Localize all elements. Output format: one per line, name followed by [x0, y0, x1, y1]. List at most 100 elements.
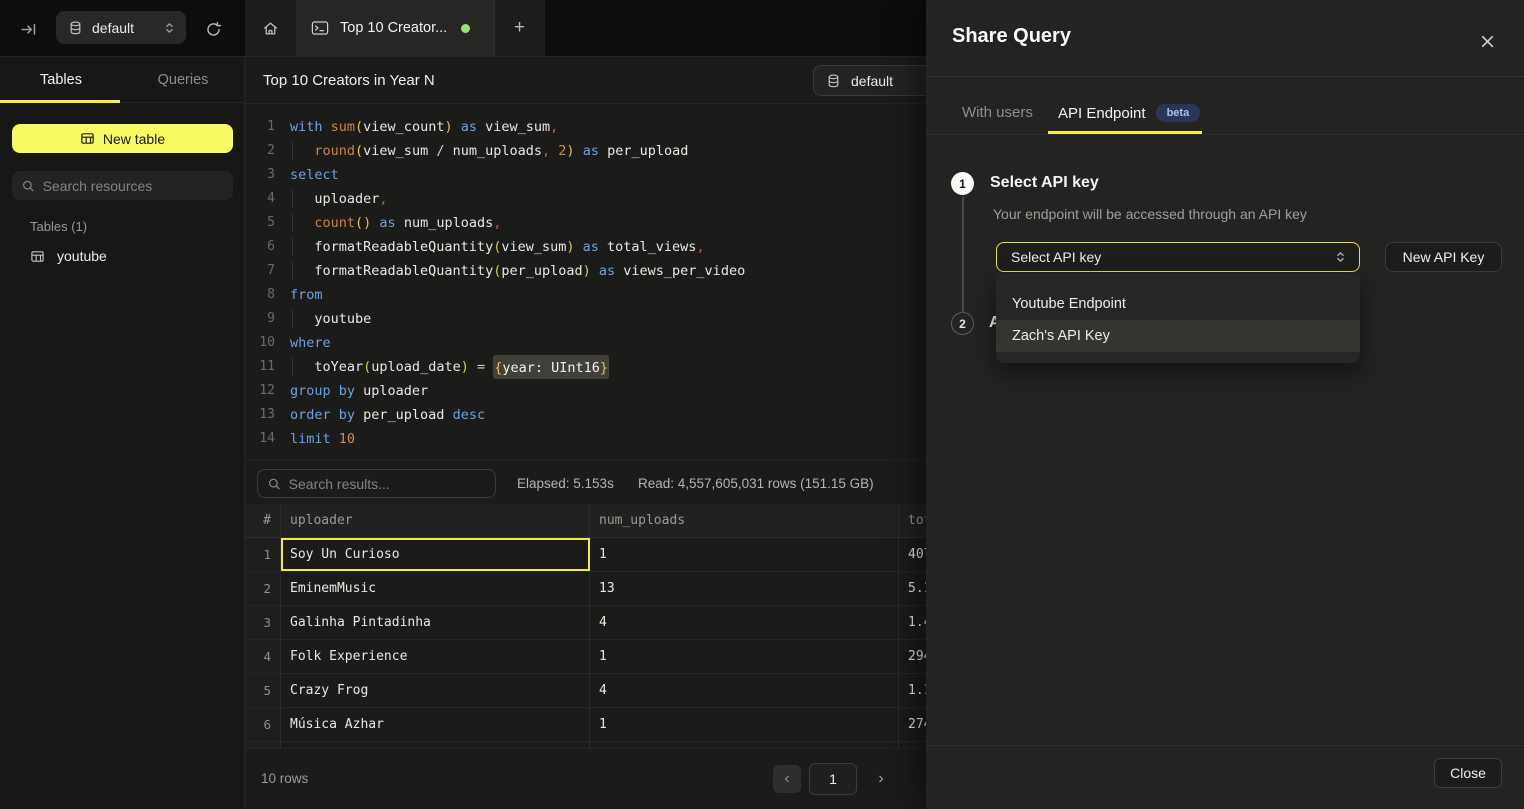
num-uploads-cell[interactable]: 1: [590, 708, 899, 741]
code-line[interactable]: 13order by per_upload desc: [245, 403, 926, 427]
results-search: [257, 469, 496, 498]
api-key-select[interactable]: Select API key: [996, 242, 1360, 272]
elapsed-stat: Elapsed: 5.153s: [517, 476, 614, 491]
line-number: 10: [245, 331, 275, 355]
chevron-up-down-icon: [163, 21, 176, 35]
query-tab[interactable]: Top 10 Creator...: [297, 0, 495, 56]
num-uploads-cell[interactable]: 4: [590, 674, 899, 707]
arrow-to-line-icon: [20, 21, 37, 38]
modal-close-button[interactable]: Close: [1434, 758, 1502, 788]
row-number-cell[interactable]: 4: [245, 640, 281, 673]
terminal-icon: [311, 20, 329, 36]
sidebar-item-youtube[interactable]: youtube: [18, 241, 233, 271]
home-button[interactable]: [245, 0, 297, 56]
tab-with-users[interactable]: With users: [962, 104, 1033, 121]
refresh-button[interactable]: [200, 16, 226, 42]
new-tab-button[interactable]: +: [495, 0, 544, 56]
num-uploads-cell[interactable]: 13: [590, 572, 899, 605]
col-header-num-uploads[interactable]: num_uploads: [590, 504, 899, 537]
code-line[interactable]: 6 formatReadableQuantity(view_sum) as to…: [245, 235, 926, 259]
close-icon: [1480, 34, 1495, 49]
code-line[interactable]: 4 uploader,: [245, 187, 926, 211]
tab-api-endpoint[interactable]: API Endpoint beta: [1058, 104, 1200, 122]
line-number: 5: [245, 211, 275, 235]
row-number-cell[interactable]: 2: [245, 572, 281, 605]
new-table-button[interactable]: New table: [12, 124, 233, 153]
api-key-option[interactable]: Zach's API Key: [996, 320, 1360, 352]
divider: [926, 134, 1524, 135]
uploader-cell[interactable]: Galinha Pintadinha: [281, 606, 590, 639]
resource-search-input[interactable]: [43, 178, 223, 194]
num-uploads-cell[interactable]: 4: [590, 606, 899, 639]
uploader-cell[interactable]: Folk Experience: [281, 640, 590, 673]
pagination-next-button[interactable]: ›: [867, 765, 895, 793]
total-views-cell[interactable]: 294: [899, 640, 926, 673]
new-api-key-button[interactable]: New API Key: [1385, 242, 1502, 272]
col-header-uploader[interactable]: uploader: [281, 504, 590, 537]
code-line[interactable]: 10where: [245, 331, 926, 355]
app-window: default Top 10 Creator...: [0, 0, 1524, 809]
collapse-sidebar-button[interactable]: [16, 17, 40, 41]
api-key-option[interactable]: Youtube Endpoint: [996, 288, 1360, 320]
total-views-cell[interactable]: 5.1: [899, 572, 926, 605]
sidebar-tabs: Tables Queries: [0, 57, 244, 103]
code-line[interactable]: 9 youtube: [245, 307, 926, 331]
uploader-cell[interactable]: Crazy Frog: [281, 674, 590, 707]
query-title: Top 10 Creators in Year N: [263, 72, 435, 89]
code-line[interactable]: 7 formatReadableQuantity(per_upload) as …: [245, 259, 926, 283]
num-uploads-cell[interactable]: 1: [590, 538, 899, 571]
step-1-description: Your endpoint will be accessed through a…: [993, 206, 1307, 222]
tab-queries[interactable]: Queries: [122, 57, 244, 102]
results-footer: 10 rows ‹ 1 ›: [245, 748, 926, 809]
table-name: youtube: [57, 248, 107, 264]
row-number-cell[interactable]: 6: [245, 708, 281, 741]
code-line[interactable]: 8from: [245, 283, 926, 307]
read-stat: Read: 4,557,605,031 rows (151.15 GB): [638, 476, 874, 491]
pagination-prev-button[interactable]: ‹: [773, 765, 801, 793]
results-toolbar: Elapsed: 5.153s Read: 4,557,605,031 rows…: [245, 460, 926, 504]
total-views-cell[interactable]: 407: [899, 538, 926, 571]
line-number: 2: [245, 139, 275, 163]
row-number-cell[interactable]: 1: [245, 538, 281, 571]
home-icon: [262, 20, 279, 37]
code-line[interactable]: 11 toYear(upload_date) = {year: UInt16}: [245, 355, 926, 379]
table-row[interactable]: 5Crazy Frog41.1: [245, 674, 926, 708]
code-line[interactable]: 2 round(view_sum / num_uploads, 2) as pe…: [245, 139, 926, 163]
total-views-cell[interactable]: 274: [899, 708, 926, 741]
tab-tables[interactable]: Tables: [0, 57, 122, 102]
code-line[interactable]: 5 count() as num_uploads,: [245, 211, 926, 235]
divider: [926, 745, 1524, 746]
code-line[interactable]: 12group by uploader: [245, 379, 926, 403]
step-connector-line: [962, 197, 964, 312]
total-views-cell[interactable]: 1.4: [899, 606, 926, 639]
line-number: 3: [245, 163, 275, 187]
table-row[interactable]: 4Folk Experience1294: [245, 640, 926, 674]
table-row[interactable]: 6Música Azhar1274: [245, 708, 926, 742]
line-number: 1: [245, 115, 275, 139]
row-number-cell[interactable]: 5: [245, 674, 281, 707]
pagination-page-button[interactable]: 1: [809, 763, 857, 795]
resource-search: [12, 171, 233, 200]
uploader-cell[interactable]: EminemMusic: [281, 572, 590, 605]
line-number: 13: [245, 403, 275, 427]
total-views-cell[interactable]: 1.1: [899, 674, 926, 707]
new-table-label: New table: [103, 131, 165, 147]
database-select[interactable]: default: [56, 11, 186, 44]
uploader-cell[interactable]: Soy Un Curioso: [281, 538, 590, 571]
results-search-input[interactable]: [289, 476, 485, 492]
num-uploads-cell[interactable]: 1: [590, 640, 899, 673]
code-line[interactable]: 3select: [245, 163, 926, 187]
col-header-total-views[interactable]: tot: [899, 504, 926, 537]
query-parameter-chip[interactable]: {year: UInt16}: [493, 355, 609, 379]
code-line[interactable]: 1with sum(view_count) as view_sum,: [245, 115, 926, 139]
query-tab-title: Top 10 Creator...: [340, 20, 447, 36]
table-row[interactable]: 2EminemMusic135.1: [245, 572, 926, 606]
table-row[interactable]: 3Galinha Pintadinha41.4: [245, 606, 926, 640]
sql-editor[interactable]: 1with sum(view_count) as view_sum,2 roun…: [245, 104, 926, 460]
code-line[interactable]: 14limit 10: [245, 427, 926, 451]
row-number-cell[interactable]: 3: [245, 606, 281, 639]
uploader-cell[interactable]: Música Azhar: [281, 708, 590, 741]
table-row[interactable]: 1Soy Un Curioso1407: [245, 538, 926, 572]
modal-close-icon-button[interactable]: [1474, 28, 1500, 54]
api-key-select-value: Select API key: [1011, 249, 1334, 265]
